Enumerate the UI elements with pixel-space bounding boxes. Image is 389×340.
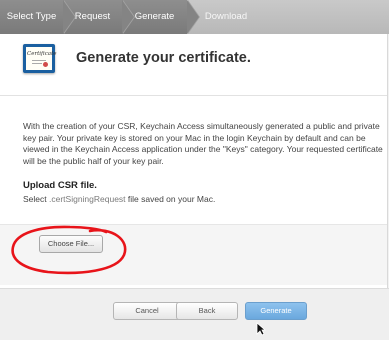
upload-section-title: Upload CSR file. <box>23 180 97 191</box>
certificate-icon: Certificate <box>23 44 57 73</box>
upload-instructions-suffix: file saved on your Mac. <box>125 194 216 204</box>
generate-button[interactable]: Generate <box>245 302 307 320</box>
step-progress-bar: Select Type Request Generate Download <box>0 0 389 34</box>
file-chooser-area <box>0 224 387 285</box>
page-title: Generate your certificate. <box>76 50 251 66</box>
step-label: Generate <box>134 11 175 22</box>
step-label: Request <box>74 11 111 22</box>
step-arrow <box>63 0 75 34</box>
step-label: Download <box>204 11 248 22</box>
certificate-word: Certificate <box>27 51 57 57</box>
upload-instructions-prefix: Select <box>23 194 49 204</box>
certificate-line <box>32 60 46 61</box>
choose-file-button[interactable]: Choose File... <box>39 235 103 253</box>
upload-instructions: Select .certSigningRequest file saved on… <box>23 194 215 204</box>
certificate-seal <box>43 62 48 67</box>
description-text: With the creation of your CSR, Keychain … <box>23 121 383 166</box>
step-select-type: Select Type <box>0 0 76 34</box>
certificate-line <box>32 63 42 64</box>
header-divider <box>0 95 387 96</box>
back-button[interactable]: Back <box>176 302 238 320</box>
mouse-cursor-icon <box>256 322 266 336</box>
cancel-button[interactable]: Cancel <box>113 302 181 320</box>
certificate-paper: Certificate <box>26 47 57 70</box>
file-extension: .certSigningRequest <box>49 194 126 204</box>
step-arrow <box>187 0 199 34</box>
step-arrow <box>122 0 134 34</box>
step-label: Select Type <box>6 11 57 22</box>
